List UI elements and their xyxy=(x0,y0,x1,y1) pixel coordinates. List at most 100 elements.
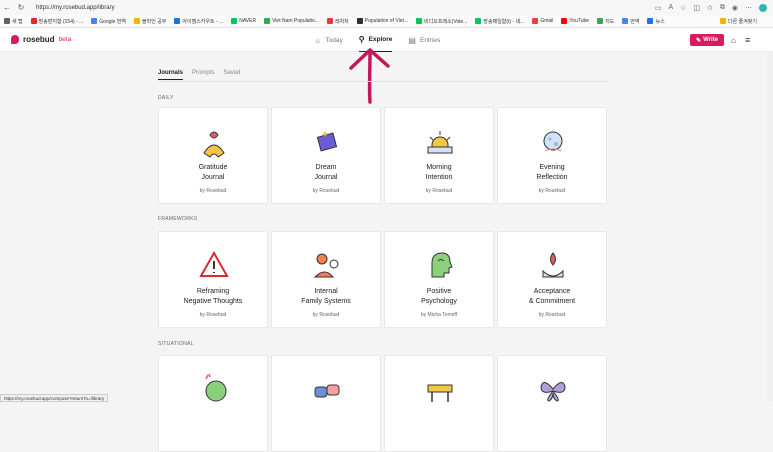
section-label: DAILY xyxy=(158,95,174,101)
other-bookmarks[interactable]: 다른 즐겨찾기 xyxy=(720,18,757,25)
bookmark-item[interactable]: Viet Nam Populatio... xyxy=(264,18,319,24)
bookmark-label: 아이캠스카우트 - ... xyxy=(182,18,224,25)
bookmark-label: Google 번역 xyxy=(99,18,126,25)
section-label: FRAMEWORKS xyxy=(158,216,198,222)
bookmark-item[interactable]: 방송메일함(t) - 네... xyxy=(475,18,524,25)
bookmark-label: Gmail xyxy=(540,18,554,24)
bookmark-favicon-icon xyxy=(647,18,654,24)
explore-icon: ⚲ xyxy=(358,35,365,44)
tab-journals[interactable]: Journals xyxy=(158,70,184,80)
bookmark-item[interactable]: 방송편지함 (154) - ... xyxy=(30,18,84,25)
gift-icon[interactable]: ⌂ xyxy=(731,36,736,45)
journal-card[interactable]: Gratitude Journal by Rosebud xyxy=(158,107,268,204)
journal-card[interactable] xyxy=(158,355,268,452)
bookmark-label: NAVER xyxy=(239,18,257,24)
bookmark-label: 새 탭 xyxy=(12,18,23,25)
bookmark-item[interactable]: 지도 xyxy=(597,18,614,25)
journal-card[interactable]: Dream Journal by Rosebud xyxy=(271,107,381,204)
family-systems-icon xyxy=(313,253,339,278)
tab-label: Today xyxy=(325,36,343,44)
other-bookmarks-label: 다른 즐겨찾기 xyxy=(728,18,757,25)
bookmark-label: 뉴스 xyxy=(655,18,665,25)
bookmark-favicon-icon xyxy=(134,18,140,24)
section-label: SITUATIONAL xyxy=(158,341,194,347)
bookmark-favicon-icon xyxy=(356,18,363,24)
bookmark-item[interactable]: 뉴스 xyxy=(647,18,665,25)
journal-card[interactable]: Internal Family Systems by Rosebud xyxy=(271,231,381,328)
tab-label: Explore xyxy=(368,36,393,43)
bookmark-favicon-icon xyxy=(597,18,604,24)
menu-icon[interactable]: ≡ xyxy=(745,35,750,45)
bookmark-favicon-icon xyxy=(416,18,423,24)
status-url: https://my.rosebud.app/compose?returnTo=… xyxy=(0,394,109,402)
bookmark-item[interactable]: 블라인 공부 xyxy=(134,18,166,25)
bookmark-item[interactable]: Population of Viet... xyxy=(356,18,408,24)
bookmark-favicon-icon xyxy=(475,18,482,24)
sunrise-icon xyxy=(427,131,453,154)
arrow-annotation xyxy=(349,48,390,104)
folder-icon xyxy=(720,18,726,24)
dream-icon xyxy=(316,131,338,152)
write-button[interactable]: ✎ Write xyxy=(690,34,724,46)
journal-card[interactable]: Evening Reflection by Rosebud xyxy=(497,107,607,204)
beta-badge: beta xyxy=(58,36,72,43)
journal-card[interactable] xyxy=(497,355,607,452)
copilot-icon[interactable] xyxy=(759,3,767,12)
journal-card[interactable]: Reframing Negative Thoughts by Rosebud xyxy=(158,231,268,328)
tab-today[interactable]: ☼ Today xyxy=(314,28,343,52)
card-author: by Micha Tomoff xyxy=(420,312,458,318)
favorite-icon[interactable]: ☆ xyxy=(680,4,686,12)
pencil-icon: ✎ xyxy=(696,37,702,44)
tab-label: Entries xyxy=(419,36,441,44)
browser-toolbar: ← ↻ https://my.rosebud.app/library ▭ A ☆… xyxy=(0,0,773,15)
refresh-icon[interactable]: ↻ xyxy=(14,3,28,12)
card-author: by Rosebud xyxy=(538,188,566,194)
card-author: by Rosebud xyxy=(538,312,566,318)
bookmark-item[interactable]: 비디오프레소(Vide... xyxy=(416,18,467,25)
bookmark-item[interactable]: 번역 xyxy=(622,18,639,25)
bookmark-favicon-icon xyxy=(4,18,10,24)
journal-card[interactable] xyxy=(271,355,381,452)
bookmark-favicon-icon xyxy=(264,18,271,24)
bookmark-item[interactable]: YouTube xyxy=(561,18,589,24)
journal-card[interactable]: Acceptance & Commitment by Rosebud xyxy=(497,231,607,328)
bookmark-item[interactable]: 아이캠스카우트 - ... xyxy=(174,18,223,25)
more-icon[interactable]: ⋯ xyxy=(745,4,752,12)
scrollbar[interactable] xyxy=(767,52,773,402)
journal-card[interactable]: Positive Psychology by Micha Tomoff xyxy=(384,231,494,328)
bookmark-item[interactable]: Gmail xyxy=(532,18,553,24)
logo-text: rosebud xyxy=(23,35,55,44)
address-bar[interactable]: https://my.rosebud.app/library xyxy=(36,5,115,11)
bookmark-label: 레처처 xyxy=(334,18,349,25)
split-icon[interactable]: ◫ xyxy=(693,4,700,12)
sun-icon: ☼ xyxy=(314,35,322,45)
journal-card[interactable] xyxy=(384,355,494,452)
profile-icon[interactable]: ◉ xyxy=(732,4,738,12)
tab-prompts[interactable]: Prompts xyxy=(192,70,214,80)
read-aloud-icon[interactable]: A xyxy=(668,4,673,11)
favorites-icon[interactable]: ✩ xyxy=(707,4,713,12)
card-title: Acceptance & Commitment xyxy=(528,288,576,305)
rosebud-logo-icon xyxy=(11,35,19,44)
write-label: Write xyxy=(703,37,718,43)
journal-card[interactable]: Morning Intention by Rosebud xyxy=(384,107,494,204)
card-author: by Rosebud xyxy=(312,312,340,318)
bookmark-favicon-icon xyxy=(326,18,333,24)
bookmark-item[interactable]: 레처처 xyxy=(326,18,349,25)
collections-icon[interactable]: ⧉ xyxy=(720,4,725,12)
reader-icon[interactable]: ▭ xyxy=(655,4,662,12)
rosebud-logo[interactable]: rosebud beta xyxy=(11,35,71,44)
bookmark-label: 방송편지함 (154) - ... xyxy=(38,18,84,25)
bookmark-label: Viet Nam Populatio... xyxy=(272,18,319,24)
back-icon[interactable]: ← xyxy=(0,3,14,12)
bookmark-item[interactable]: Google 번역 xyxy=(91,18,126,25)
tab-saved[interactable]: Saved xyxy=(223,70,240,80)
warning-icon xyxy=(199,250,229,277)
bookmark-item[interactable]: NAVER xyxy=(231,18,256,24)
bookmark-item[interactable]: 새 탭 xyxy=(4,18,23,25)
bookmark-favicon-icon xyxy=(561,18,568,24)
card-author: by Rosebud xyxy=(199,188,227,194)
bookmark-favicon-icon xyxy=(91,18,98,24)
tab-entries[interactable]: ▤ Entries xyxy=(408,28,440,52)
bookmark-label: 방송메일함(t) - 네... xyxy=(483,18,525,25)
